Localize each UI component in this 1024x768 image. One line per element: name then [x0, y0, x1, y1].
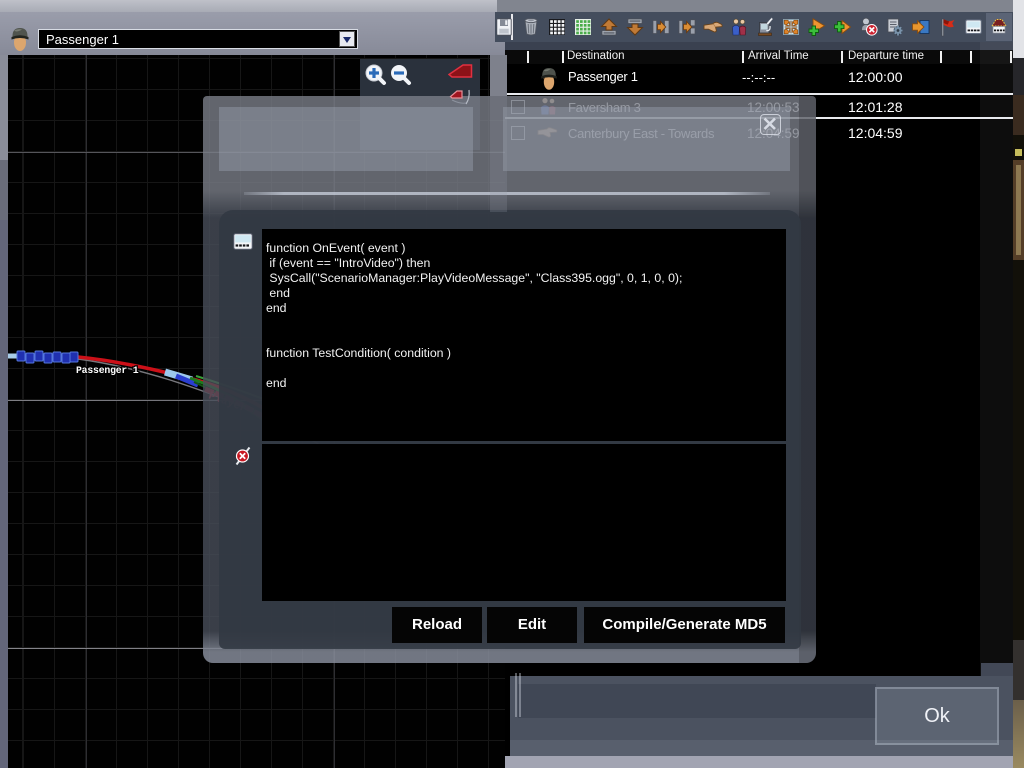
svg-text:Passenger 1: Passenger 1 — [76, 365, 139, 376]
